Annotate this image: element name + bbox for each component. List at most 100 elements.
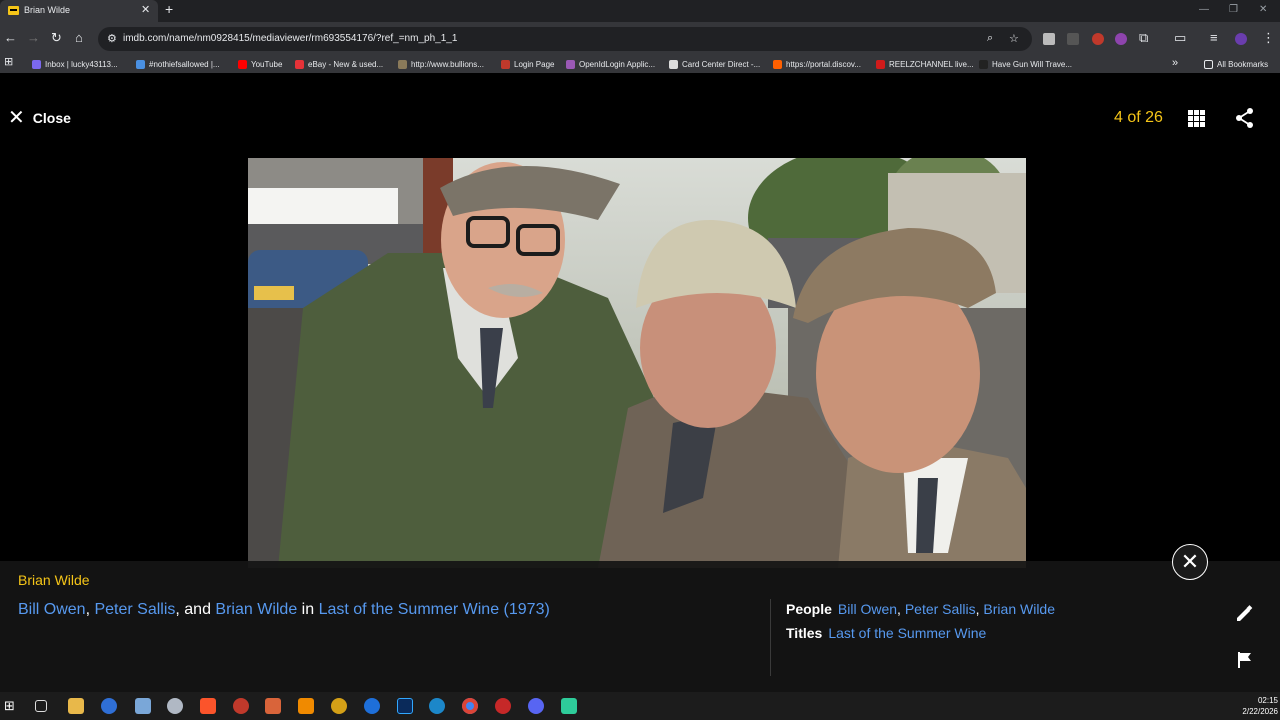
title-link[interactable]: Last of the Summer Wine (1973) — [319, 601, 550, 618]
bookmark-label: Inbox | lucky43113... — [45, 60, 118, 69]
separator: , and — [175, 601, 216, 618]
bookmark-item[interactable]: http://www.bullions... — [398, 58, 484, 71]
cast-icon[interactable]: ▭ — [1174, 31, 1186, 45]
bookmark-favicon-icon — [501, 60, 510, 69]
apps-icon[interactable]: ⊞ — [4, 55, 13, 69]
person-link[interactable]: Peter Sallis — [94, 601, 175, 618]
extension-icon[interactable] — [1043, 33, 1055, 45]
bookmark-item[interactable]: Card Center Direct -... — [669, 58, 760, 71]
taskbar-app-icon[interactable] — [167, 698, 183, 714]
back-icon[interactable]: ← — [4, 31, 17, 45]
person-link[interactable]: Brian Wilde — [983, 601, 1055, 617]
chrome-icon[interactable] — [462, 698, 478, 714]
calculator-icon[interactable] — [135, 698, 151, 714]
photoshop-icon[interactable] — [397, 698, 413, 714]
bookmark-favicon-icon — [136, 60, 145, 69]
bookmark-favicon-icon — [876, 60, 885, 69]
person-link[interactable]: Brian Wilde — [215, 601, 297, 618]
taskbar-app-icon[interactable] — [331, 698, 347, 714]
extension-icon[interactable] — [1067, 33, 1079, 45]
taskbar-app-icon[interactable] — [265, 698, 281, 714]
menu-icon[interactable]: ⋮ — [1262, 31, 1275, 45]
bookmark-item[interactable]: Have Gun Will Trave... — [979, 58, 1072, 71]
tab-close-icon[interactable]: ✕ — [141, 3, 150, 16]
windows-start-icon[interactable]: ⊞ — [4, 698, 20, 714]
bookmarks-bar: ⊞ Inbox | lucky43113... #nothiefsallowed … — [0, 55, 1280, 73]
bookmark-item[interactable]: Inbox | lucky43113... — [32, 58, 118, 71]
brave-icon[interactable] — [200, 698, 216, 714]
url-text[interactable]: imdb.com/name/nm0928415/mediaviewer/rm69… — [123, 33, 457, 44]
bookmark-item[interactable]: #nothiefsallowed |... — [136, 58, 220, 71]
image-counter: 4 of 26 — [1114, 109, 1163, 126]
people-row: People Bill Owen, Peter Sallis, Brian Wil… — [786, 601, 1055, 617]
bookmark-item[interactable]: https://portal.discov... — [773, 58, 861, 71]
people-label: People — [786, 601, 832, 617]
restore-icon[interactable]: ❐ — [1229, 4, 1238, 15]
extensions-puzzle-icon[interactable]: ⧉ — [1139, 31, 1148, 45]
taskbar-app-icon[interactable] — [364, 698, 380, 714]
bookmark-item[interactable]: REELZCHANNEL live... — [876, 58, 974, 71]
bookmark-favicon-icon — [295, 60, 304, 69]
bookmark-item[interactable]: Login Page — [501, 58, 554, 71]
bookmark-label: OpenIdLogin Applic... — [579, 60, 656, 69]
bookmark-favicon-icon — [669, 60, 678, 69]
address-bar[interactable]: ⚙ imdb.com/name/nm0928415/mediaviewer/rm… — [98, 27, 1032, 51]
avatar[interactable] — [1235, 33, 1247, 45]
zoom-icon[interactable]: ⌕ — [987, 32, 993, 45]
clock-time: 02:15 — [1257, 696, 1278, 705]
system-clock[interactable]: 02:15 2/22/2026 — [1232, 695, 1278, 717]
site-info-icon[interactable]: ⚙ — [107, 32, 117, 45]
task-view-icon[interactable] — [35, 700, 47, 712]
bookmark-favicon-icon — [398, 60, 407, 69]
bookmark-star-icon[interactable]: ☆ — [1009, 32, 1019, 45]
caption-description: Bill Owen, Peter Sallis, and Brian Wilde… — [18, 601, 550, 619]
taskbar-app-icon[interactable] — [495, 698, 511, 714]
taskbar-app-icon[interactable] — [233, 698, 249, 714]
browser-tab[interactable]: Brian Wilde ✕ — [0, 0, 158, 22]
titles-label: Titles — [786, 625, 823, 641]
taskbar-app-icon[interactable] — [101, 698, 117, 714]
close-icon: ✕ — [1180, 549, 1200, 574]
folder-icon — [1204, 60, 1213, 69]
reload-icon[interactable]: ↻ — [51, 31, 62, 45]
connector-text: in — [297, 601, 319, 618]
tab-strip: Brian Wilde ✕ + — ❐ ✕ — [0, 0, 1280, 22]
bookmark-favicon-icon — [566, 60, 575, 69]
bookmark-item[interactable]: YouTube — [238, 58, 282, 71]
bookmark-item[interactable]: eBay - New & used... — [295, 58, 383, 71]
bookmark-favicon-icon — [773, 60, 782, 69]
bookmark-favicon-icon — [238, 60, 247, 69]
person-link[interactable]: Bill Owen — [18, 601, 86, 618]
all-bookmarks-label: All Bookmarks — [1217, 60, 1269, 69]
forward-icon[interactable]: → — [27, 31, 40, 45]
title-link[interactable]: Last of the Summer Wine — [828, 625, 986, 641]
close-label: Close — [32, 110, 71, 126]
media-icon[interactable]: ≡ — [1210, 31, 1218, 45]
all-bookmarks[interactable]: All Bookmarks — [1204, 58, 1268, 71]
caption-close-button[interactable]: ✕ — [1172, 544, 1208, 580]
close-button[interactable]: ✕ Close — [8, 108, 71, 128]
person-link[interactable]: Bill Owen — [838, 601, 897, 617]
bookmark-label: eBay - New & used... — [308, 60, 384, 69]
gallery-grid-icon[interactable] — [1188, 110, 1205, 127]
new-tab-button[interactable]: + — [165, 1, 173, 17]
discord-icon[interactable] — [528, 698, 544, 714]
taskbar-app-icon[interactable] — [429, 698, 445, 714]
extension-icon[interactable] — [1092, 33, 1104, 45]
report-flag-icon[interactable] — [1236, 651, 1254, 669]
more-bookmarks-icon[interactable]: » — [1172, 56, 1178, 70]
edit-pencil-icon[interactable] — [1235, 605, 1253, 623]
minimize-icon[interactable]: — — [1199, 4, 1209, 15]
share-icon[interactable] — [1234, 107, 1256, 129]
file-explorer-icon[interactable] — [68, 698, 84, 714]
bookmark-favicon-icon — [32, 60, 41, 69]
vlc-icon[interactable] — [298, 698, 314, 714]
bookmark-label: Have Gun Will Trave... — [992, 60, 1073, 69]
taskbar-app-icon[interactable] — [561, 698, 577, 714]
bookmark-item[interactable]: OpenIdLogin Applic... — [566, 58, 655, 71]
person-link[interactable]: Peter Sallis — [905, 601, 976, 617]
profile-extension-icon[interactable] — [1115, 33, 1127, 45]
window-close-icon[interactable]: ✕ — [1259, 4, 1267, 15]
home-icon[interactable]: ⌂ — [75, 31, 83, 45]
bookmark-label: #nothiefsallowed |... — [149, 60, 220, 69]
